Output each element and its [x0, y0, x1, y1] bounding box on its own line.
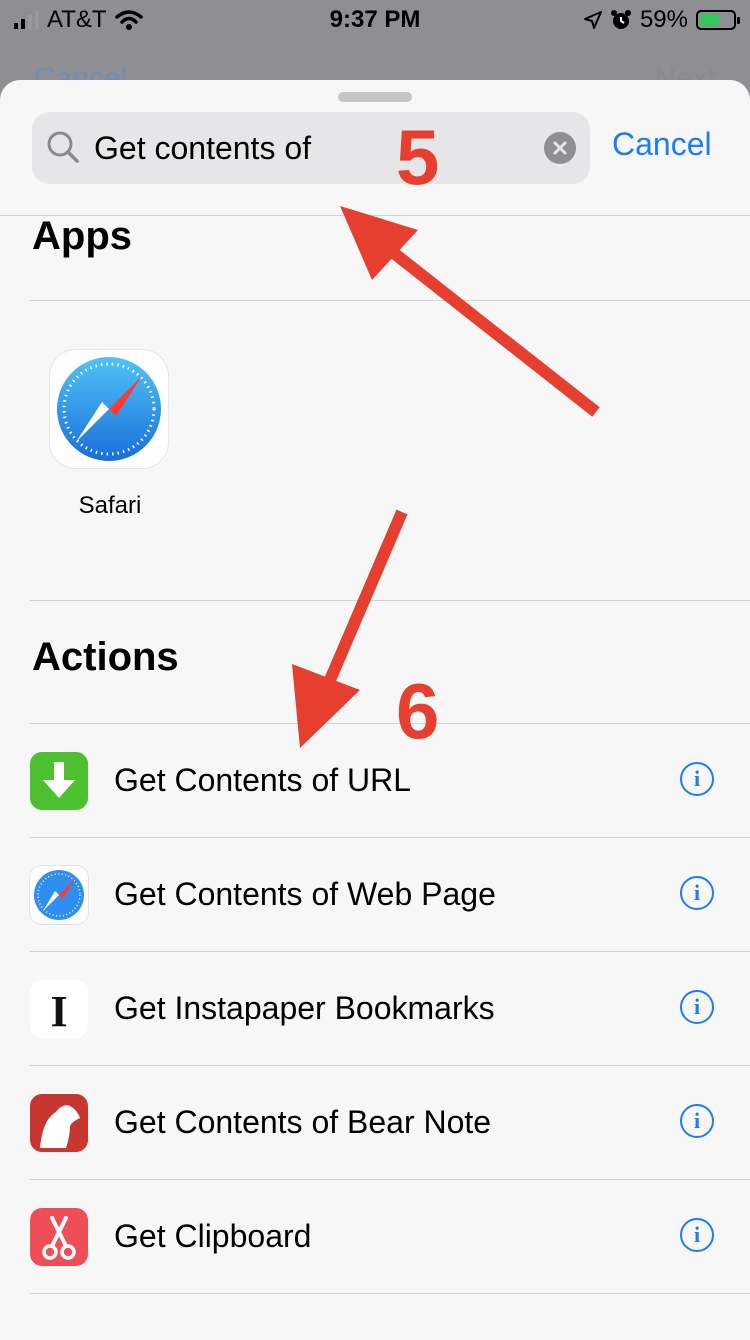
step-5-label: 5 — [396, 113, 440, 201]
annotation-arrows — [292, 206, 600, 748]
arrow-to-action — [292, 509, 408, 748]
step-6-label: 6 — [396, 667, 440, 755]
arrow-to-search — [340, 206, 600, 417]
